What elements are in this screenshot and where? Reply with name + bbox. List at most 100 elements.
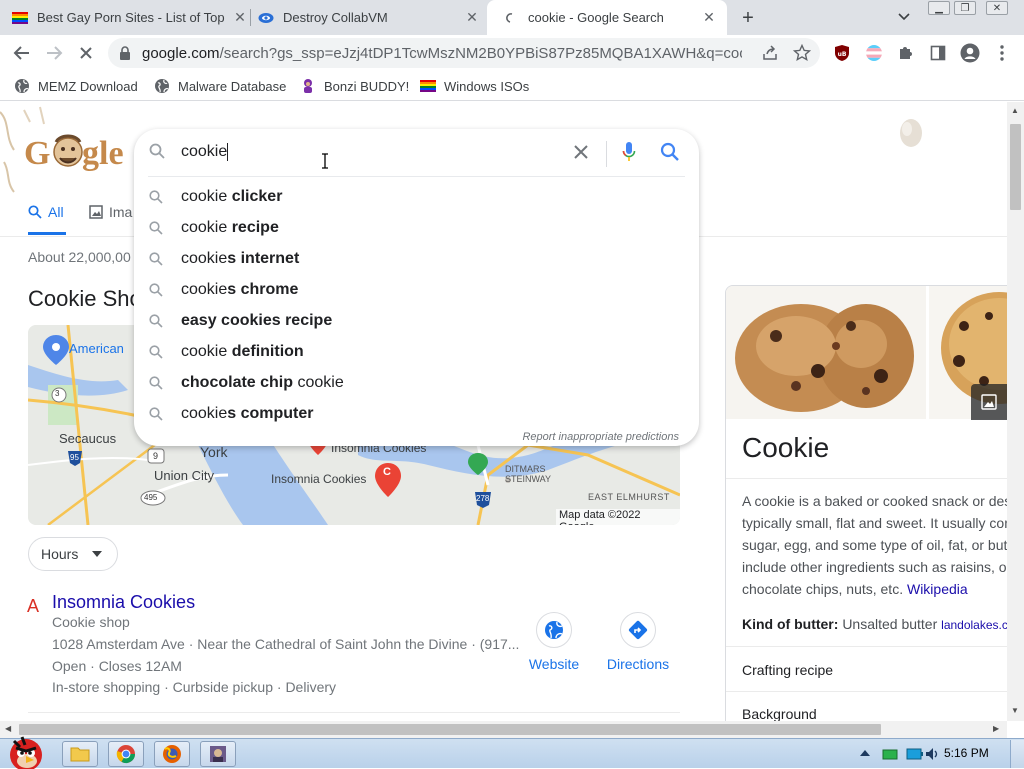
suggestion-plain: cookie bbox=[181, 343, 232, 360]
svg-text:uB: uB bbox=[838, 51, 847, 58]
suggestion-item[interactable]: easy cookies recipe bbox=[134, 306, 699, 337]
taskbar-clock[interactable]: 5:16 PM bbox=[944, 746, 989, 760]
tab-title: Best Gay Porn Sites - List of Top bbox=[37, 10, 225, 25]
scroll-right-arrow-icon[interactable]: ▶ bbox=[993, 724, 999, 733]
vertical-scrollbar[interactable]: ▲ ▼ bbox=[1007, 102, 1024, 721]
scroll-up-arrow-icon[interactable]: ▲ bbox=[1011, 106, 1019, 115]
tab-search-chevron-icon[interactable] bbox=[896, 8, 912, 24]
extensions-puzzle-icon[interactable] bbox=[894, 41, 918, 65]
more-images-button[interactable] bbox=[971, 384, 1007, 420]
hours-filter-chip[interactable]: Hours bbox=[28, 537, 118, 571]
horizontal-scroll-thumb[interactable] bbox=[19, 724, 881, 735]
result-name[interactable]: Insomnia Cookies bbox=[52, 592, 195, 613]
network-tray-icon[interactable] bbox=[882, 746, 898, 762]
suggestion-item[interactable]: cookies internet bbox=[134, 244, 699, 275]
address-bar[interactable]: google.com/search?gs_ssp=eJzj4tDP1TcwMsz… bbox=[108, 38, 820, 68]
desc-line: chocolate chips, nuts, etc. bbox=[742, 581, 904, 597]
clear-search-button[interactable] bbox=[572, 143, 590, 161]
background-row[interactable]: Background bbox=[742, 706, 817, 721]
battery-tray-icon[interactable] bbox=[906, 746, 924, 762]
url-text[interactable]: google.com/search?gs_ssp=eJzj4tDP1TcwMsz… bbox=[142, 45, 742, 62]
stop-loading-button[interactable] bbox=[74, 41, 98, 65]
bookmark-bonzi-buddy[interactable]: Bonzi BUDDY! bbox=[300, 77, 409, 95]
map-copyright: Map data ©2022 Google bbox=[556, 509, 680, 525]
tab-all[interactable]: All bbox=[28, 204, 64, 220]
tab-images[interactable]: Ima bbox=[89, 204, 132, 220]
knowledge-title: Cookie bbox=[742, 432, 830, 463]
cookie-image-1[interactable] bbox=[726, 286, 926, 419]
minimize-button[interactable]: ▁ bbox=[928, 1, 950, 15]
report-predictions-link[interactable]: Report inappropriate predictions bbox=[522, 431, 679, 443]
volume-tray-icon[interactable] bbox=[924, 746, 940, 762]
bookmark-windows-isos[interactable]: Windows ISOs bbox=[420, 77, 529, 95]
taskbar-firefox-button[interactable] bbox=[154, 741, 190, 767]
suggestion-item[interactable]: cookies computer bbox=[134, 399, 699, 430]
desc-line: sugar, egg, and some type of oil, fat, o… bbox=[742, 537, 1007, 553]
suggestion-text: cookies chrome bbox=[181, 281, 298, 299]
suggestion-bold: clicker bbox=[231, 188, 283, 205]
butter-source-link[interactable]: landolakes.com bbox=[941, 618, 1007, 632]
restore-button[interactable]: ❐ bbox=[954, 1, 976, 15]
search-query: cookie bbox=[181, 143, 228, 161]
cookie-image-2[interactable] bbox=[929, 286, 1007, 420]
ublock-icon[interactable]: uB bbox=[830, 41, 854, 65]
wikipedia-link[interactable]: Wikipedia bbox=[907, 581, 968, 597]
loading-icon bbox=[506, 12, 513, 23]
new-tab-button[interactable]: + bbox=[736, 6, 760, 30]
tab-porn-sites[interactable]: Best Gay Porn Sites - List of Top ✕ bbox=[12, 0, 248, 35]
profile-avatar-icon[interactable] bbox=[958, 41, 982, 65]
close-tab-icon[interactable]: ✕ bbox=[464, 9, 480, 26]
show-desktop-button[interactable] bbox=[1010, 740, 1024, 768]
tab-collabvm[interactable]: Destroy CollabVM ✕ bbox=[258, 0, 480, 35]
search-icon bbox=[149, 345, 163, 359]
suggestion-plain: cookie bbox=[181, 250, 228, 267]
close-tab-icon[interactable]: ✕ bbox=[701, 9, 717, 26]
chrome-menu-icon[interactable] bbox=[990, 41, 1014, 65]
knowledge-description: A cookie is a baked or cooked snack or d… bbox=[742, 490, 1007, 600]
directions-button[interactable]: Directions bbox=[600, 612, 676, 672]
scroll-down-arrow-icon[interactable]: ▼ bbox=[1011, 706, 1019, 715]
profile-doodle-cookie[interactable] bbox=[896, 116, 926, 150]
taskbar-explorer-button[interactable] bbox=[62, 741, 98, 767]
bookmark-star-icon[interactable] bbox=[793, 44, 811, 62]
rainbow-flag-icon bbox=[420, 80, 436, 92]
globe-icon bbox=[545, 621, 563, 639]
google-doodle-logo[interactable]: G gle bbox=[0, 102, 130, 197]
close-tab-icon[interactable]: ✕ bbox=[232, 9, 248, 26]
taskbar-chrome-button[interactable] bbox=[108, 741, 144, 767]
kp-divider bbox=[726, 691, 1007, 692]
crafting-recipe-row[interactable]: Crafting recipe bbox=[742, 662, 833, 678]
voice-search-button[interactable] bbox=[622, 141, 636, 163]
website-button[interactable]: Website bbox=[520, 612, 588, 672]
search-submit-button[interactable] bbox=[660, 142, 680, 162]
suggestion-item[interactable]: cookie definition bbox=[134, 337, 699, 368]
suggestion-item[interactable]: cookie recipe bbox=[134, 213, 699, 244]
share-icon[interactable] bbox=[762, 45, 778, 61]
trans-flag-extension-icon[interactable] bbox=[862, 41, 886, 65]
tab-google-search[interactable]: cookie - Google Search ✕ bbox=[487, 0, 727, 35]
map-label-american: American bbox=[69, 341, 124, 356]
close-window-button[interactable]: ✕ bbox=[986, 1, 1008, 15]
horizontal-scrollbar[interactable]: ◀ ▶ bbox=[0, 721, 1007, 738]
angry-bird-start-button[interactable] bbox=[0, 731, 52, 769]
map-label-east-elmhurst: EAST ELMHURST bbox=[588, 492, 670, 502]
tab-images-label: Ima bbox=[109, 204, 133, 220]
result-marker: A bbox=[27, 596, 40, 616]
bookmark-memz[interactable]: MEMZ Download bbox=[14, 77, 138, 95]
vertical-scroll-thumb[interactable] bbox=[1010, 124, 1021, 210]
forward-button[interactable] bbox=[42, 41, 66, 65]
bookmark-malware-database[interactable]: Malware Database bbox=[154, 77, 286, 95]
back-button[interactable] bbox=[10, 41, 34, 65]
lock-icon[interactable] bbox=[119, 46, 131, 60]
suggestion-item[interactable]: chocolate chip cookie bbox=[134, 368, 699, 399]
side-panel-icon[interactable] bbox=[926, 41, 950, 65]
search-icon bbox=[149, 143, 165, 159]
suggestion-item[interactable]: cookie clicker bbox=[134, 182, 699, 213]
suggestion-item[interactable]: cookies chrome bbox=[134, 275, 699, 306]
show-hidden-icons-arrow[interactable] bbox=[860, 748, 870, 756]
search-input[interactable]: cookie bbox=[181, 143, 229, 161]
taskbar-app-button[interactable] bbox=[200, 741, 236, 767]
result-address: 1028 Amsterdam Ave · Near the Cathedral … bbox=[52, 636, 520, 652]
caret-down-icon bbox=[92, 551, 103, 557]
website-label: Website bbox=[528, 656, 580, 672]
